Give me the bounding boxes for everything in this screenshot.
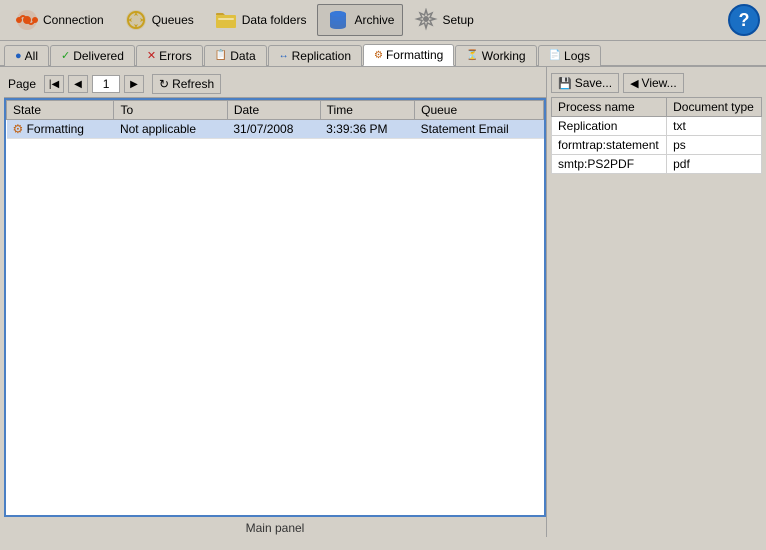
right-table-header-row: Process name Document type (552, 98, 762, 117)
cell-to: Not applicable (114, 120, 227, 139)
setup-icon (414, 8, 438, 32)
right-toolbar: 💾 Save... ◀ View... (551, 71, 762, 97)
col-state: State (7, 101, 114, 120)
tab-formatting-label: Formatting (386, 48, 443, 62)
main-content: Page |◀ ◀ ▶ ↻ Refresh State To Date Time… (0, 67, 766, 537)
cell-state: ⚙ Formatting (7, 120, 114, 139)
first-page-button[interactable]: |◀ (44, 75, 64, 93)
queues-icon (124, 8, 148, 32)
right-cell-process: smtp:PS2PDF (552, 155, 667, 174)
help-button[interactable]: ? (728, 4, 760, 36)
tab-errors[interactable]: ✕ Errors (136, 45, 203, 66)
right-table-row[interactable]: Replication txt (552, 117, 762, 136)
tab-working-label: Working (482, 49, 526, 63)
view-label: View... (642, 76, 677, 90)
tab-logs-label: Logs (564, 49, 590, 63)
tab-all[interactable]: ● All (4, 45, 49, 66)
col-to: To (114, 101, 227, 120)
data-icon: 📋 (215, 50, 227, 61)
tab-replication[interactable]: ↔ Replication (268, 45, 362, 66)
right-panel: 💾 Save... ◀ View... Process name Documen… (546, 67, 766, 537)
cell-time: 3:39:36 PM (320, 120, 414, 139)
right-cell-process: formtrap:statement (552, 136, 667, 155)
right-cell-doctype: txt (667, 117, 762, 136)
tab-errors-label: Errors (159, 49, 192, 63)
page-label: Page (8, 77, 36, 91)
page-controls: Page |◀ ◀ ▶ ↻ Refresh (4, 71, 546, 98)
tab-delivered-label: Delivered (73, 49, 124, 63)
right-table-body: Replication txt formtrap:statement ps sm… (552, 117, 762, 174)
save-label: Save... (575, 76, 612, 90)
refresh-button[interactable]: ↻ Refresh (152, 74, 221, 94)
cell-queue: Statement Email (415, 120, 544, 139)
all-icon: ● (15, 50, 22, 62)
queues-label: Queues (152, 13, 194, 27)
refresh-label: Refresh (172, 77, 214, 91)
prev-page-button[interactable]: ◀ (68, 75, 88, 93)
archive-icon (326, 8, 350, 32)
connection-label: Connection (43, 13, 104, 27)
view-button[interactable]: ◀ View... (623, 73, 684, 93)
table-header-row: State To Date Time Queue (7, 101, 544, 120)
right-table-row[interactable]: smtp:PS2PDF pdf (552, 155, 762, 174)
tab-data-label: Data (230, 49, 255, 63)
save-button[interactable]: 💾 Save... (551, 73, 619, 93)
toolbar: Connection Queues Data folders (0, 0, 766, 41)
table-row[interactable]: ⚙ Formatting Not applicable 31/07/2008 3… (7, 120, 544, 139)
working-icon: ⏳ (466, 50, 478, 61)
right-col-process: Process name (552, 98, 667, 117)
tab-all-label: All (25, 49, 38, 63)
queues-button[interactable]: Queues (115, 4, 203, 36)
refresh-icon: ↻ (159, 77, 169, 91)
archive-label: Archive (354, 13, 394, 27)
replication-icon: ↔ (279, 50, 289, 61)
help-label: ? (739, 10, 750, 31)
table-body: ⚙ Formatting Not applicable 31/07/2008 3… (7, 120, 544, 139)
tab-delivered[interactable]: ✓ Delivered (50, 45, 135, 66)
next-page-button[interactable]: ▶ (124, 75, 144, 93)
connection-icon (15, 8, 39, 32)
main-table: State To Date Time Queue ⚙ Formatting No… (6, 100, 544, 139)
tab-replication-label: Replication (292, 49, 351, 63)
col-date: Date (227, 101, 320, 120)
right-col-doctype: Document type (667, 98, 762, 117)
formatting-icon: ⚙ (374, 50, 383, 61)
setup-label: Setup (442, 13, 473, 27)
save-icon: 💾 (558, 77, 572, 90)
main-table-wrapper: State To Date Time Queue ⚙ Formatting No… (4, 98, 546, 517)
view-icon: ◀ (630, 77, 638, 90)
page-number-input[interactable] (92, 75, 120, 93)
right-cell-doctype: pdf (667, 155, 762, 174)
delivered-icon: ✓ (61, 49, 70, 62)
tab-data[interactable]: 📋 Data (204, 45, 267, 66)
panel-label: Main panel (4, 517, 546, 537)
connection-button[interactable]: Connection (6, 4, 113, 36)
tab-working[interactable]: ⏳ Working (455, 45, 536, 66)
tab-logs[interactable]: 📄 Logs (538, 45, 601, 66)
setup-button[interactable]: Setup (405, 4, 482, 36)
right-table-row[interactable]: formtrap:statement ps (552, 136, 762, 155)
right-cell-doctype: ps (667, 136, 762, 155)
datafolders-label: Data folders (242, 13, 307, 27)
col-time: Time (320, 101, 414, 120)
col-queue: Queue (415, 101, 544, 120)
tab-formatting[interactable]: ⚙ Formatting (363, 44, 454, 66)
errors-icon: ✕ (147, 49, 156, 62)
right-table: Process name Document type Replication t… (551, 97, 762, 174)
datafolders-icon (214, 8, 238, 32)
logs-icon: 📄 (549, 50, 561, 61)
right-cell-process: Replication (552, 117, 667, 136)
archive-button[interactable]: Archive (317, 4, 403, 36)
left-panel: Page |◀ ◀ ▶ ↻ Refresh State To Date Time… (0, 67, 546, 537)
datafolders-button[interactable]: Data folders (205, 4, 316, 36)
cell-date: 31/07/2008 (227, 120, 320, 139)
tab-bar: ● All ✓ Delivered ✕ Errors 📋 Data ↔ Repl… (0, 41, 766, 67)
